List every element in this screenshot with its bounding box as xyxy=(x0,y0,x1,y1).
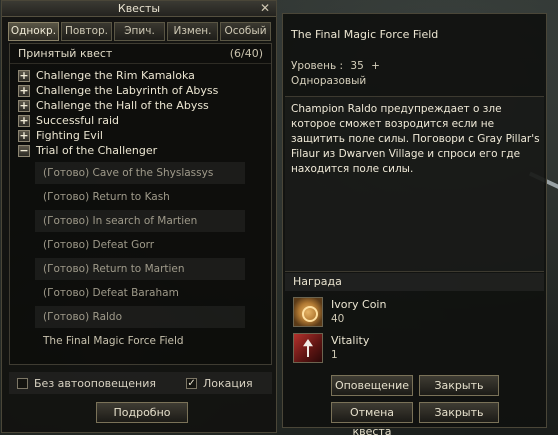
options-bar: Без автооповещения ✓ Локация xyxy=(9,372,272,394)
reward-name: Vitality xyxy=(331,334,370,347)
quest-item[interactable]: + Challenge the Hall of the Abyss xyxy=(10,98,271,113)
level-plus: + xyxy=(371,60,380,72)
quest-detail-window: The Final Magic Force Field Уровень : 35… xyxy=(282,13,547,435)
close-button-bottom[interactable]: Закрыть xyxy=(419,402,499,423)
expand-icon[interactable]: + xyxy=(18,84,30,97)
expand-icon[interactable]: + xyxy=(18,99,30,112)
quest-level: Уровень : 35 + xyxy=(291,60,384,72)
quest-window-title: Квесты xyxy=(117,2,161,15)
ivory-coin-icon xyxy=(293,297,323,327)
accepted-quests-count: (6/40) xyxy=(229,47,263,60)
reward-item: Ivory Coin 40 xyxy=(289,295,439,329)
expand-icon[interactable]: + xyxy=(18,129,30,142)
quest-tabs: Однокр. Повтор. Эпич. Измен. Особый xyxy=(2,17,276,41)
expand-icon[interactable]: + xyxy=(18,114,30,127)
reward-item: Vitality 1 xyxy=(289,331,439,365)
quest-repeat-type: Одноразовый xyxy=(291,75,367,87)
quest-detail-title: The Final Magic Force Field xyxy=(291,28,439,41)
cancel-quest-button[interactable]: Отмена квеста xyxy=(331,402,413,435)
level-label: Уровень : xyxy=(291,60,344,72)
subquest-item[interactable]: (Готово) Defeat Gorr xyxy=(35,234,245,256)
quest-label: Fighting Evil xyxy=(36,129,103,142)
notify-button[interactable]: Оповещение xyxy=(331,375,413,396)
quest-label: Challenge the Hall of the Abyss xyxy=(36,99,209,112)
reward-name: Ivory Coin xyxy=(331,298,387,311)
location-label: Локация xyxy=(203,376,253,390)
subquest-item-selected[interactable]: The Final Magic Force Field xyxy=(35,330,245,352)
level-value: 35 xyxy=(350,60,364,72)
close-icon[interactable]: ✕ xyxy=(260,1,270,16)
quest-label: Trial of the Challenger xyxy=(36,144,158,157)
accepted-quests-header: Принятый квест (6/40) xyxy=(10,44,271,64)
subquest-item[interactable]: (Готово) In search of Martien xyxy=(35,210,245,232)
quest-label: Challenge the Rim Kamaloka xyxy=(36,69,195,82)
quest-item[interactable]: + Challenge the Labyrinth of Abyss xyxy=(10,83,271,98)
vitality-icon xyxy=(293,333,323,363)
details-button[interactable]: Подробно xyxy=(96,402,188,423)
quest-item[interactable]: + Challenge the Rim Kamaloka xyxy=(10,68,271,83)
quest-description-box: Champion Raldo предупреждает о зле котор… xyxy=(285,96,544,272)
quest-label: Successful raid xyxy=(36,114,119,127)
quest-item-expanded[interactable]: − Trial of the Challenger xyxy=(10,143,271,158)
tab-changed[interactable]: Измен. xyxy=(167,22,218,41)
subquest-item[interactable]: (Готово) Cave of the Shyslassys xyxy=(35,162,245,184)
quest-window: Квесты ✕ Однокр. Повтор. Эпич. Измен. Ос… xyxy=(1,0,277,433)
close-button-top[interactable]: Закрыть xyxy=(419,375,499,396)
reward-header: Награда xyxy=(285,273,544,291)
subquest-item[interactable]: (Готово) Defeat Baraham xyxy=(35,282,245,304)
accepted-quests-panel: Принятый квест (6/40) + Challenge the Ri… xyxy=(9,43,272,365)
reward-qty: 40 xyxy=(331,313,345,325)
reward-qty: 1 xyxy=(331,349,338,361)
accepted-quests-title: Принятый квест xyxy=(18,47,113,60)
expand-icon[interactable]: + xyxy=(18,69,30,82)
quest-description: Champion Raldo предупреждает о зле котор… xyxy=(291,103,540,175)
quest-list: + Challenge the Rim Kamaloka + Challenge… xyxy=(10,64,271,352)
subquest-item[interactable]: (Готово) Return to Martien xyxy=(35,258,245,280)
tab-epic[interactable]: Эпич. xyxy=(114,22,165,41)
quest-item[interactable]: + Successful raid xyxy=(10,113,271,128)
no-notify-label: Без автооповещения xyxy=(34,376,157,390)
subquest-item[interactable]: (Готово) Raldo xyxy=(35,306,245,328)
quest-window-titlebar[interactable]: Квесты ✕ xyxy=(2,1,276,17)
tab-repeatable[interactable]: Повтор. xyxy=(61,22,112,41)
no-notify-checkbox[interactable] xyxy=(17,377,28,389)
subquest-list: (Готово) Cave of the Shyslassys (Готово)… xyxy=(10,162,271,352)
collapse-icon[interactable]: − xyxy=(18,144,30,157)
subquest-item[interactable]: (Готово) Return to Kash xyxy=(35,186,245,208)
quest-label: Challenge the Labyrinth of Abyss xyxy=(36,84,219,97)
tab-one-time[interactable]: Однокр. xyxy=(8,22,59,41)
tab-special[interactable]: Особый xyxy=(220,22,271,41)
quest-item[interactable]: + Fighting Evil xyxy=(10,128,271,143)
location-checkbox[interactable]: ✓ xyxy=(186,377,198,389)
